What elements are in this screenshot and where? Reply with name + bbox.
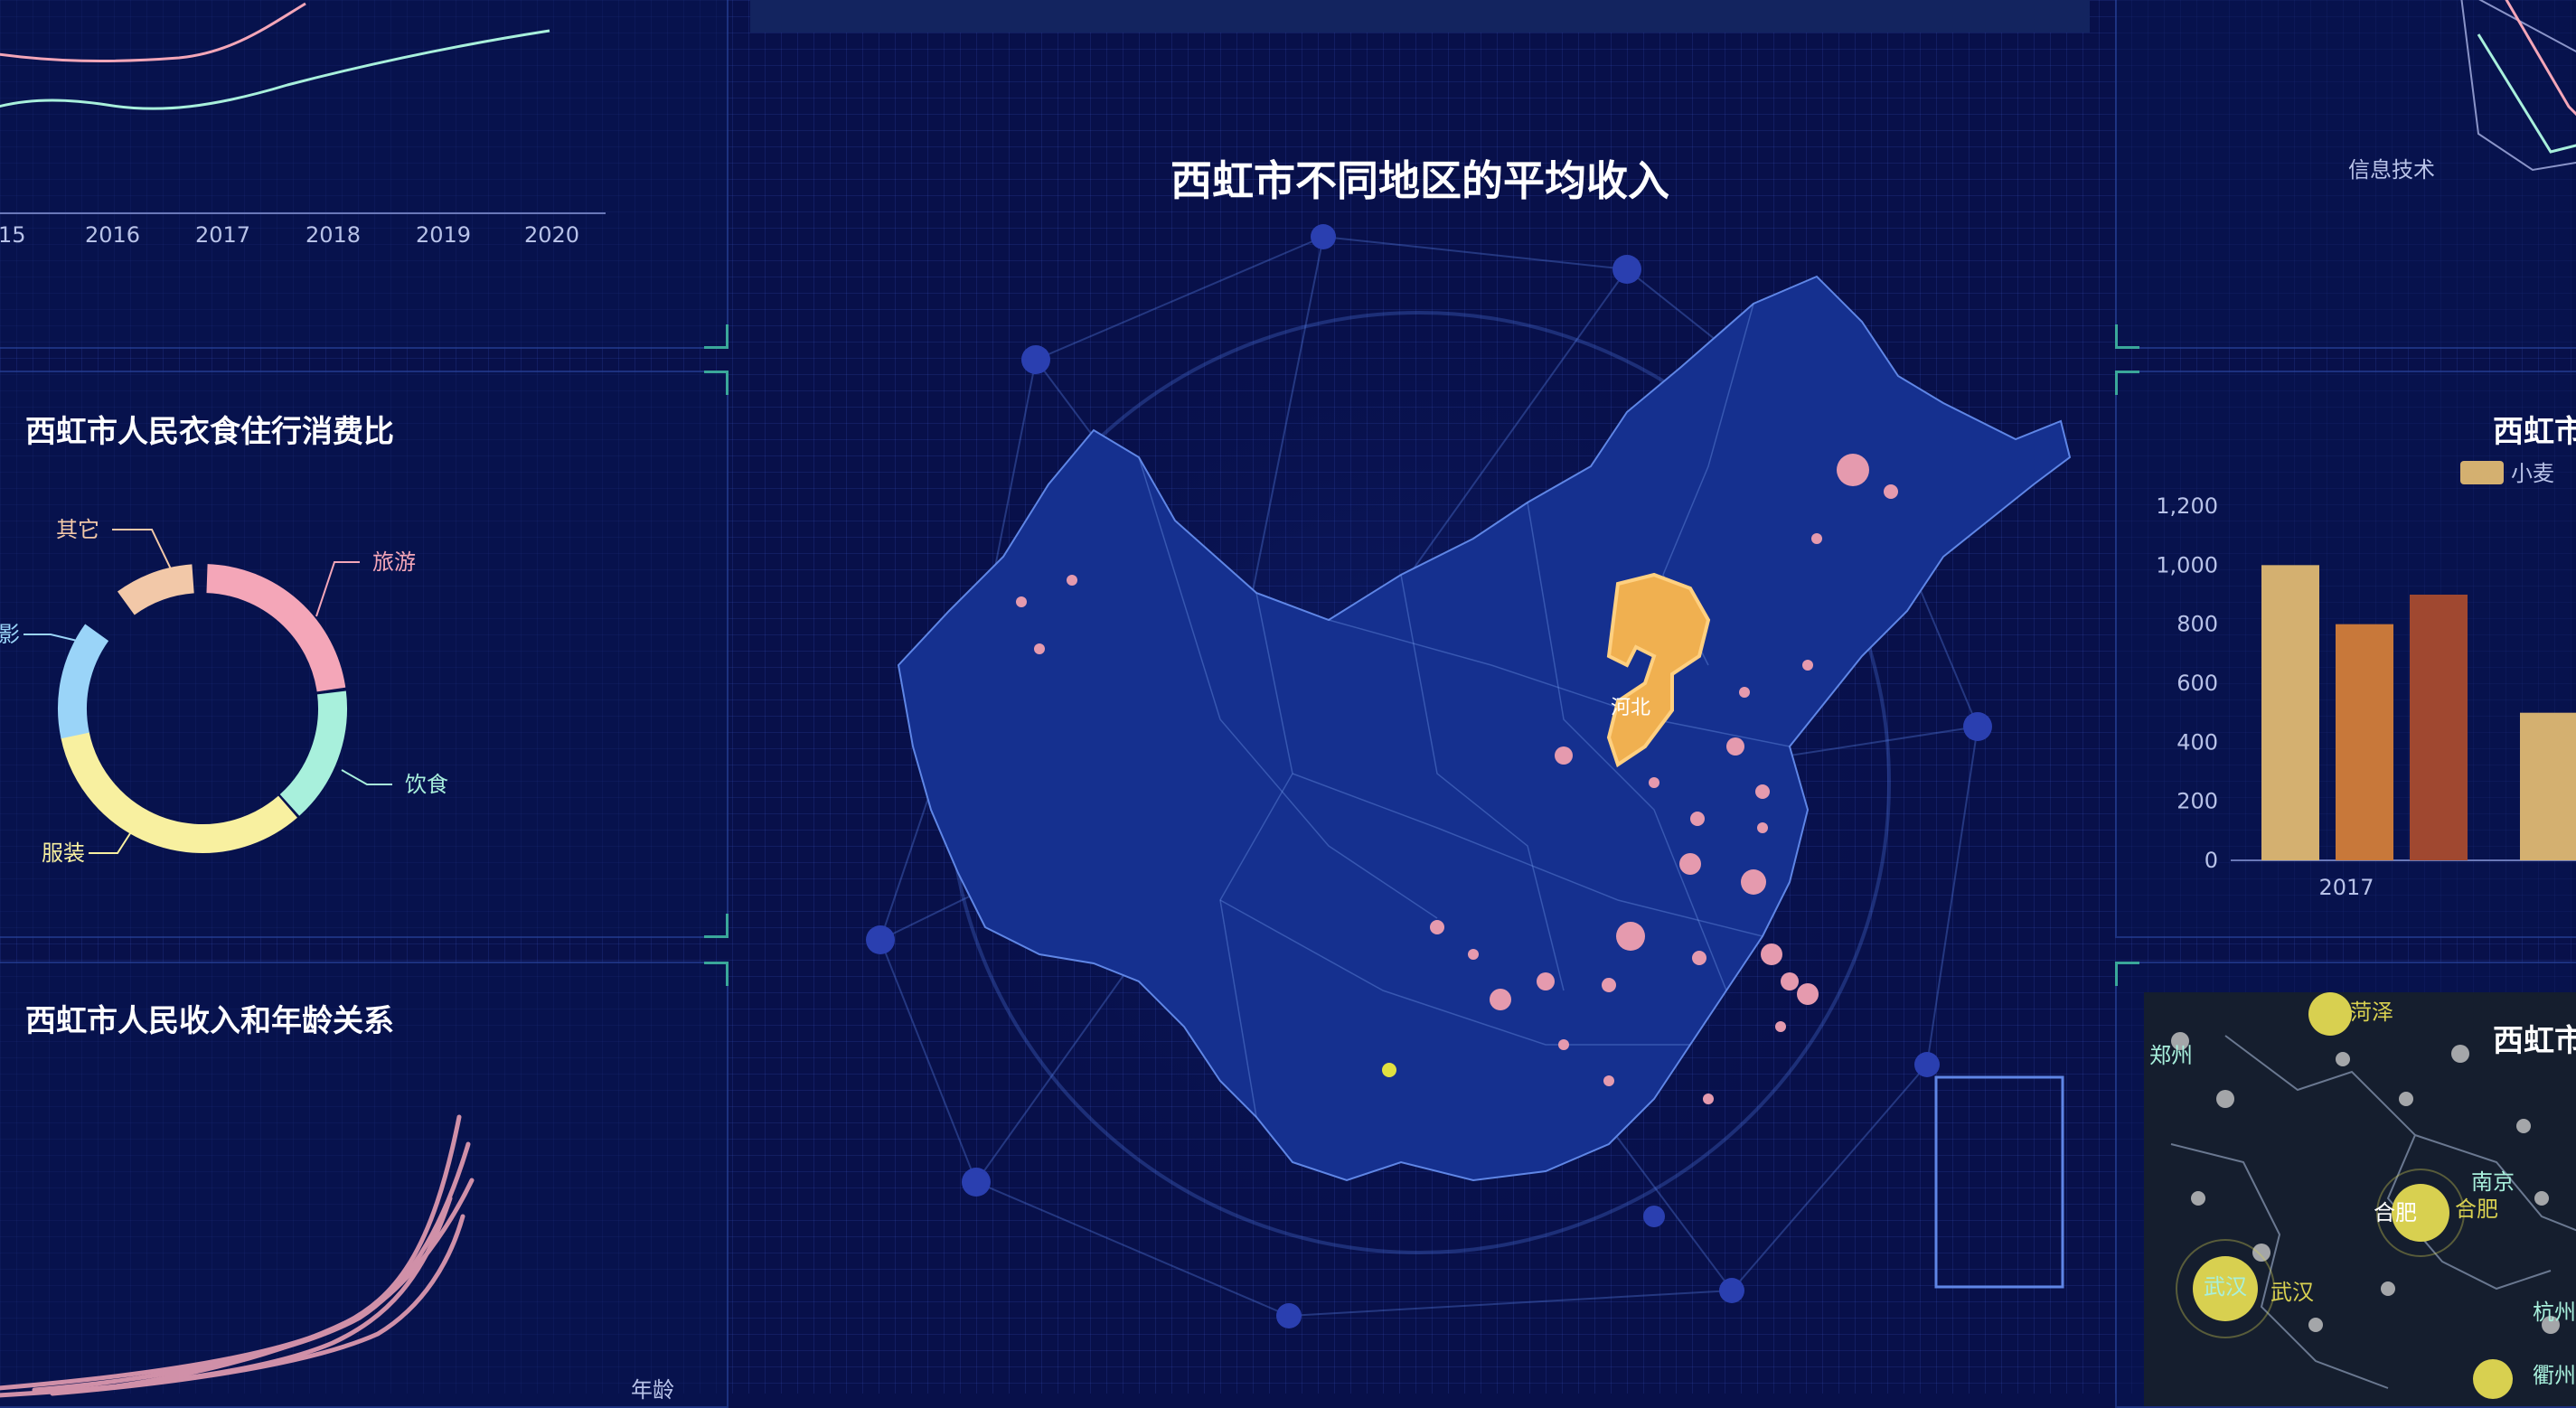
mint-series-line	[0, 29, 550, 110]
radar-axis-label: 信息技术	[2348, 157, 2435, 183]
x-tick-label: 2018	[306, 222, 361, 248]
donut-label-clothing: 服装	[42, 840, 85, 866]
bar-chart: 小麦 0 200 400 600 800 1,000 1,200 2017	[2156, 461, 2576, 900]
city-label: 武汉	[2204, 1274, 2247, 1300]
south-sea-inset	[1934, 1075, 2064, 1289]
x-tick-label: 15	[0, 222, 26, 248]
y-tick-label: 200	[2176, 789, 2218, 814]
consumption-panel: 西虹市人民衣食住行消费比 其它 旅游 影 饮食 服装	[0, 371, 729, 938]
pink-series-line	[0, 2, 306, 62]
donut-label-movie: 影	[0, 622, 20, 647]
donut-label-travel: 旅游	[372, 549, 416, 575]
legend-label: 小麦	[2511, 461, 2554, 486]
radar-series	[2505, 0, 2576, 117]
income-age-panel: 西虹市人民收入和年龄关系 年龄	[0, 962, 729, 1408]
donut-label-other: 其它	[56, 517, 99, 542]
x-tick-label: 2019	[416, 222, 471, 248]
x-tick-label: 2017	[195, 222, 250, 248]
bar-chart-panel: 西虹市 小麦 0 200 400 600 800 1,000 1,200 2017	[2115, 371, 2576, 938]
x-axis-label: 年龄	[631, 1377, 674, 1403]
line-chart-panel: 15 2016 2017 2018 2019 2020	[0, 0, 729, 349]
bar-mark	[2336, 624, 2393, 860]
bar-mark	[2520, 712, 2576, 860]
y-tick-label: 1,200	[2156, 493, 2218, 519]
x-tick-label: 2016	[85, 222, 140, 248]
scatter-trail	[50, 1214, 465, 1396]
top-header-bar	[750, 0, 2090, 33]
scatter-chart: 年龄	[0, 1114, 674, 1403]
city-label: 杭州	[2533, 1300, 2576, 1325]
city-label: 合肥	[2374, 1200, 2417, 1225]
city-label: 衢州	[2533, 1363, 2576, 1388]
leader-line	[315, 561, 360, 617]
y-tick-label: 1,000	[2156, 552, 2218, 577]
y-tick-label: 0	[2205, 848, 2218, 873]
map-outline	[897, 275, 2072, 1182]
radar-chart: 信息技术	[2348, 0, 2576, 183]
donut-label-food: 饮食	[405, 772, 448, 797]
map-point-yellow	[1382, 1063, 1396, 1077]
scatter-trail	[0, 1114, 462, 1391]
x-tick-label: 2017	[2318, 875, 2374, 900]
legend-swatch	[2460, 461, 2504, 484]
bar-mark	[2410, 595, 2468, 860]
panel-title: 西虹市	[2493, 1023, 2576, 1059]
map-panel: 河北 西虹市不同地区的平均收入	[750, 33, 2090, 1394]
radar-panel: 信息技术	[2115, 0, 2576, 349]
y-tick-label: 600	[2176, 671, 2218, 696]
radar-grid	[2460, 0, 2576, 172]
city-label: 合肥	[2455, 1197, 2498, 1222]
donut-slice-movie	[57, 564, 347, 853]
geo-panel: 郑州 菏泽 南京 合肥 合肥 武汉 武汉 杭州 衢州 西虹市	[2115, 962, 2576, 1408]
y-tick-label: 800	[2176, 612, 2218, 637]
donut-chart: 其它 旅游 影 饮食 服装	[0, 517, 448, 866]
city-label: 郑州	[2149, 1043, 2193, 1068]
bar-mark	[2261, 565, 2319, 860]
map-title: 西虹市不同地区的平均收入	[1170, 156, 1669, 205]
city-label: 南京	[2471, 1169, 2515, 1195]
china-map: 河北	[897, 275, 2072, 1289]
city-label: 菏泽	[2350, 1000, 2393, 1025]
x-tick-label: 2020	[524, 222, 579, 248]
highlight-label: 河北	[1611, 697, 1650, 719]
city-label: 武汉	[2270, 1280, 2314, 1305]
leader-line	[341, 769, 392, 785]
y-tick-label: 400	[2176, 729, 2218, 755]
line-chart: 15 2016 2017 2018 2019 2020	[0, 2, 606, 248]
